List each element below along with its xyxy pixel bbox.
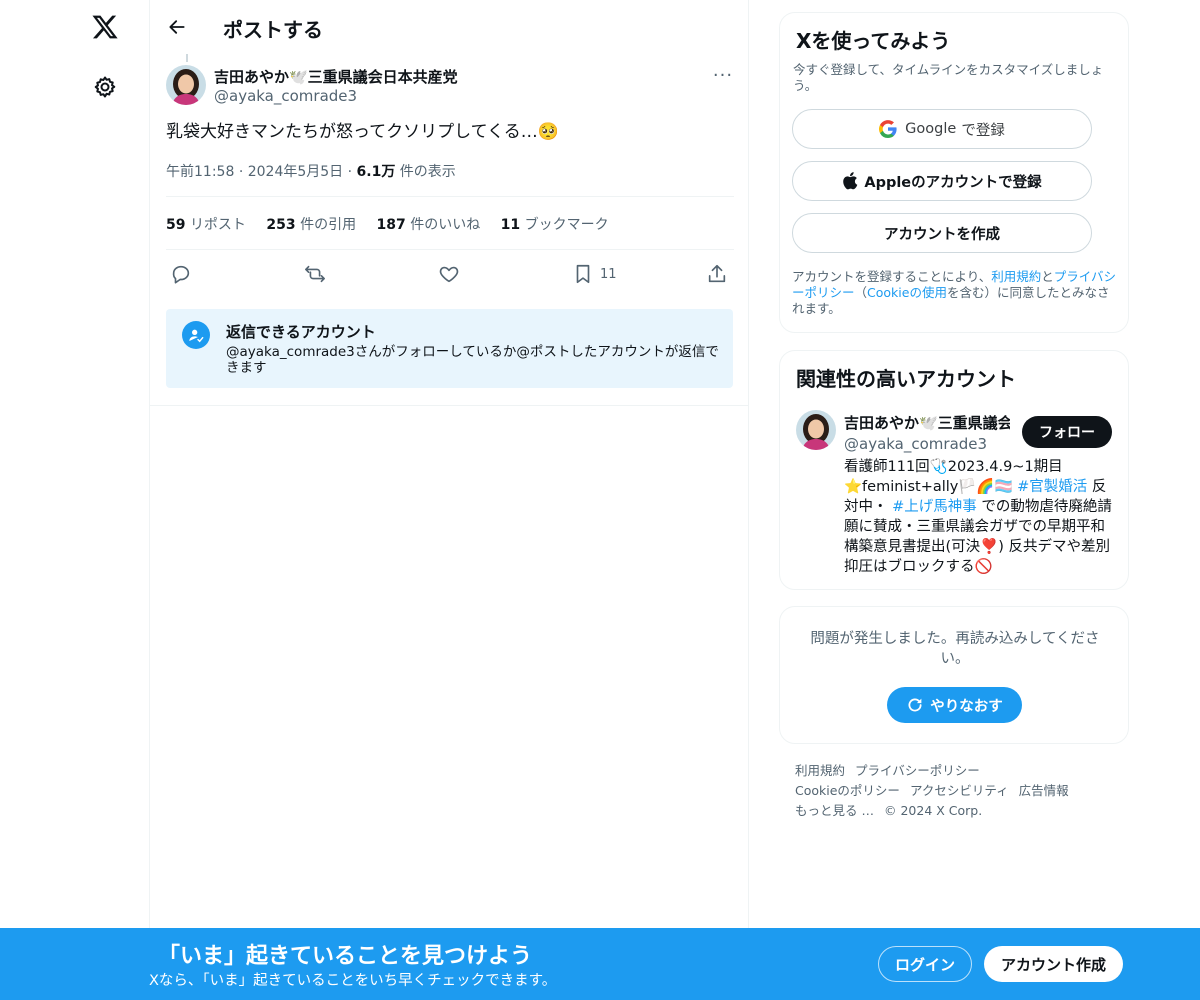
related-account-name[interactable]: 吉田あやか🕊️三重県議会日本共産党 [844,412,1010,433]
terms-notice: アカウントを登録することにより、利用規約とプライバシーポリシー（Cookieの使… [792,269,1117,316]
post-stats: 59 リポスト 253 件の引用 187 件のいいね 11 ブックマーク [166,214,625,234]
like-icon[interactable] [438,260,460,288]
retry-button[interactable]: やりなおす [887,687,1022,723]
page-title: ポストする [223,18,323,42]
related-account-handle[interactable]: @ayaka_comrade3 [844,435,987,453]
signup-title: Xを使ってみよう [796,29,951,53]
x-logo-icon[interactable] [88,10,122,44]
action-bar: 11 [166,260,734,290]
repost-icon[interactable] [304,260,326,288]
post-time[interactable]: 午前11:58 [166,164,234,180]
copyright: © 2024 X Corp. [883,803,983,818]
footer-privacy-link[interactable]: プライバシーポリシー [855,763,980,778]
share-icon[interactable] [706,260,728,288]
login-button[interactable]: ログイン [878,946,972,982]
views-count: 6.1万 [356,164,396,180]
refresh-icon [908,698,922,712]
signup-subtitle: 今すぐ登録して、タイムラインをカスタマイズしましょう。 [793,62,1104,93]
create-account-banner-button[interactable]: アカウント作成 [984,946,1123,982]
hashtag-link[interactable]: #上げ馬神事 [892,499,977,515]
terms-link[interactable]: 利用規約 [991,269,1041,284]
follow-button[interactable]: フォロー [1022,416,1112,448]
reply-icon[interactable] [170,260,192,288]
post-date[interactable]: 2024年5月5日 [248,164,343,180]
bookmark-count: 11 [600,266,617,282]
banner-subtitle: Xなら、「いま」起きていることをいち早くチェックできます。 [149,973,557,989]
gear-icon[interactable] [88,70,122,104]
divider [166,196,734,197]
post-meta: 午前11:58 · 2024年5月5日 · 6.1万 件の表示 [166,161,456,181]
reply-restriction-description: @ayaka_comrade3さんがフォローしているか@ポストしたアカウントが返… [226,344,719,376]
retry-label: やりなおす [930,698,1003,715]
cookie-link[interactable]: Cookieの使用 [867,285,947,300]
apple-icon [843,172,858,190]
apple-signup-label: Appleのアカウントで登録 [864,174,1042,191]
main-column: ポストする 吉田あやか🕊️三重県議会日本共産党 @ayaka_comrade3 … [149,0,749,1000]
apple-signup-button[interactable]: Appleのアカウントで登録 [792,161,1092,201]
related-account-bio: 看護師111回🩺2023.4.9~1期目⭐feminist+ally🏳️🌈🏳️‍… [844,459,1112,575]
divider [150,405,748,406]
footer-more-link[interactable]: もっと見る … [795,803,874,818]
footer-terms-link[interactable]: 利用規約 [795,763,845,778]
signup-banner: 「いま」起きていることを見つけよう Xなら、「いま」起きていることをいち早くチェ… [0,928,1200,1000]
create-account-button[interactable]: アカウントを作成 [792,213,1092,253]
reply-restriction-title: 返信できるアカウント [226,323,376,341]
avatar[interactable] [796,410,836,450]
author-name[interactable]: 吉田あやか🕊️三重県議会日本共産党 [214,66,458,87]
stat-quotes[interactable]: 253 件の引用 [266,214,356,234]
thread-line [186,54,188,62]
related-title: 関連性の高いアカウント [796,367,1016,391]
views-label: 件の表示 [399,164,456,180]
post-text: 乳袋大好きマンたちが怒ってクソリプしてくる…🥺 [166,122,559,142]
error-card: 問題が発生しました。再読み込みしてください。 やりなおす [779,606,1129,744]
author-handle[interactable]: @ayaka_comrade3 [214,87,357,105]
mention-user-icon [182,321,210,349]
banner-title: 「いま」起きていることを見つけよう [158,944,533,969]
divider [166,249,734,250]
top-bar: ポストする [150,0,750,54]
error-message: 問題が発生しました。再読み込みしてください。 [810,631,1100,667]
google-brand-label: Google [905,121,957,137]
bookmark-button[interactable]: 11 [572,260,617,288]
stat-reposts[interactable]: 59 リポスト [166,214,246,234]
stat-likes[interactable]: 187 件のいいね [377,214,481,234]
google-signup-label: で登録 [961,122,1005,139]
google-signup-button[interactable]: Google で登録 [792,109,1092,149]
hashtag-link[interactable]: #官製婚活 [1017,479,1087,495]
meta-separator: · [238,164,244,180]
meta-separator: · [347,164,353,180]
google-icon [879,120,897,138]
reply-restriction-notice: 返信できるアカウント @ayaka_comrade3さんがフォローしているか@ポ… [166,309,733,388]
footer-cookie-link[interactable]: Cookieのポリシー [795,783,900,798]
footer-links: 利用規約 プライバシーポリシー Cookieのポリシー アクセシビリティ 広告情報 も… [795,761,1115,821]
more-options-icon[interactable]: ··· [706,62,740,88]
related-accounts-card: 関連性の高いアカウント 吉田あやか🕊️三重県議会日本共産党 @ayaka_com… [779,350,1129,590]
footer-accessibility-link[interactable]: アクセシビリティ [910,783,1009,798]
left-nav [0,0,150,1000]
footer-ads-link[interactable]: 広告情報 [1019,783,1069,798]
bookmark-icon [576,264,590,284]
avatar[interactable] [166,65,206,105]
stat-bookmarks[interactable]: 11 ブックマーク [501,214,609,234]
arrow-left-icon[interactable] [162,12,192,42]
signup-card: Xを使ってみよう 今すぐ登録して、タイムラインをカスタマイズしましょう。 Goo… [779,12,1129,333]
